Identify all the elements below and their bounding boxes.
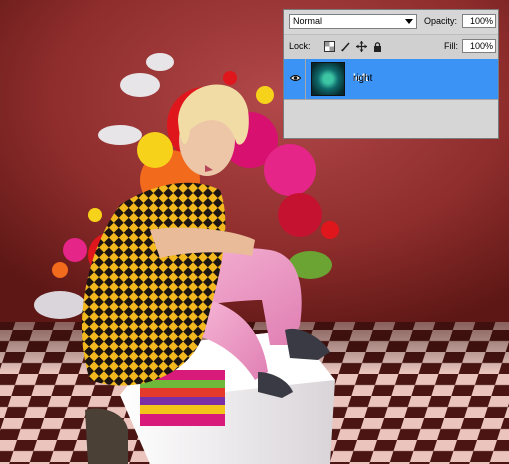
chevron-down-icon [405,19,413,24]
blend-opacity-row: Normal Opacity: 100% [284,10,498,34]
visibility-toggle[interactable] [284,59,306,99]
opacity-label: Opacity: [424,16,458,26]
layers-panel: Normal Opacity: 100% Lock: Fill: 100% le… [283,9,499,139]
layer-row-right[interactable]: right [284,59,498,100]
fill-label: Fill: [444,41,458,51]
lock-transparent-pixels-icon[interactable] [324,41,335,52]
opacity-value: 100% [469,16,493,26]
opacity-field[interactable]: 100% [462,14,496,28]
fill-field[interactable]: 100% [462,39,496,53]
lock-all-icon[interactable] [372,41,383,52]
lock-fill-row: Lock: Fill: 100% [284,34,498,60]
lock-image-pixels-icon[interactable] [340,41,351,52]
lock-position-icon[interactable] [356,41,367,52]
layer-name: right [353,73,373,84]
layer-thumbnail [311,62,345,96]
eye-icon [290,75,301,81]
blend-mode-value: Normal [293,16,323,26]
blend-mode-dropdown[interactable]: Normal [289,14,417,29]
fill-value: 100% [469,41,493,51]
lock-label: Lock: [289,41,311,51]
